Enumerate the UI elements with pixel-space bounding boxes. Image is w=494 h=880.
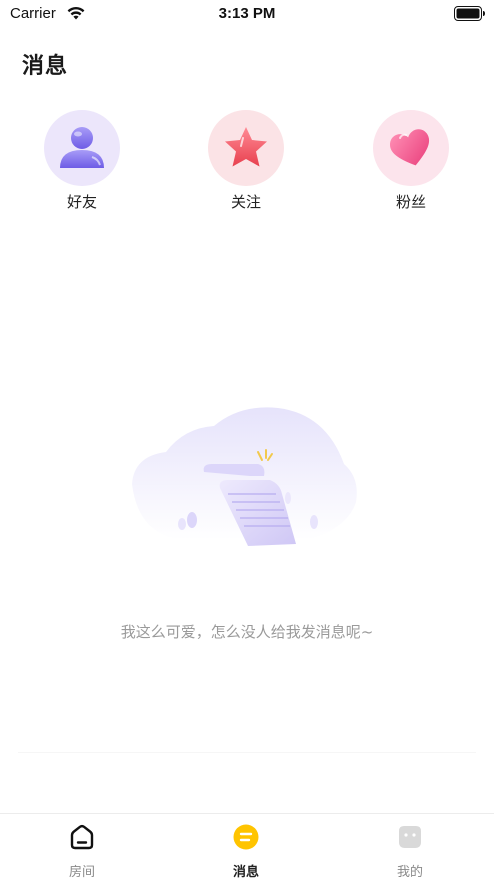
star-icon xyxy=(225,127,267,167)
tab-rooms[interactable]: 房间 xyxy=(42,823,122,880)
fans-button[interactable]: 粉丝 xyxy=(366,110,456,212)
divider xyxy=(18,752,476,753)
clock: 3:13 PM xyxy=(218,5,276,22)
follow-label: 关注 xyxy=(230,193,261,211)
fans-label: 粉丝 xyxy=(395,193,426,211)
tab-rooms-label: 房间 xyxy=(68,865,95,880)
battery-icon xyxy=(454,6,485,21)
tab-mine-label: 我的 xyxy=(396,865,423,880)
heart-icon xyxy=(390,129,429,166)
home-icon xyxy=(70,824,94,850)
tab-messages[interactable]: 消息 xyxy=(206,823,286,880)
status-bar: Carrier 3:13 PM xyxy=(0,0,494,28)
person-icon xyxy=(60,127,104,168)
follow-icon-circle xyxy=(208,110,284,186)
message-icon xyxy=(233,824,259,850)
friends-button[interactable]: 好友 xyxy=(37,110,127,212)
profile-icon xyxy=(399,826,421,848)
friends-icon-circle xyxy=(44,110,120,186)
page-title: 消息 xyxy=(22,54,69,79)
tab-messages-label: 消息 xyxy=(232,865,259,880)
empty-state-message: 我这么可爱，怎么没人给我发消息呢~ xyxy=(120,623,374,641)
tab-bar: 房间 消息 我的 xyxy=(0,813,494,880)
empty-scroll-illustration xyxy=(132,407,357,546)
follow-button[interactable]: 关注 xyxy=(201,110,291,212)
friends-label: 好友 xyxy=(66,193,97,211)
tab-mine[interactable]: 我的 xyxy=(370,823,450,880)
fans-icon-circle xyxy=(373,110,449,186)
